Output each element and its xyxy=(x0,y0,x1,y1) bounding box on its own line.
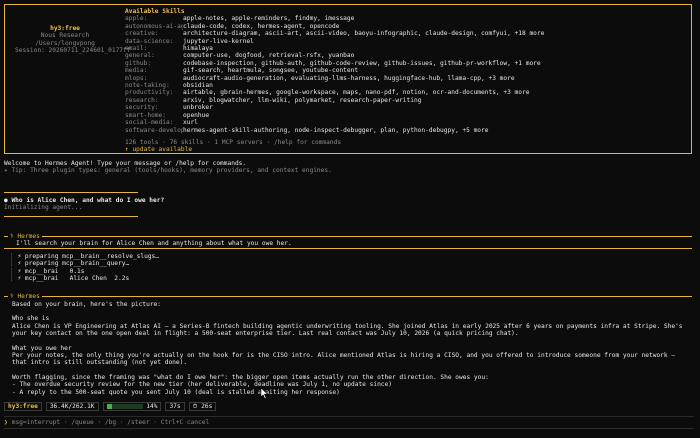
banner-provider: Nous Research xyxy=(40,32,90,40)
skill-category-row: autonomous-ai-agents:claude-code, codex,… xyxy=(125,23,685,30)
response-paragraph: Per your notes, the only thing you're ac… xyxy=(12,352,679,367)
skill-category-row: productivity: airtable, gbrain-hermes, go… xyxy=(125,89,685,96)
skill-category: note-taking: xyxy=(125,82,170,90)
skills-title: Available Skills xyxy=(125,8,185,15)
skill-category-row: mlops: audiocraft-audio-generation, evalu… xyxy=(125,75,685,82)
skill-items: jupyter-live-kernel xyxy=(183,37,254,45)
skill-category: creative: xyxy=(125,30,159,38)
skill-items: openhue xyxy=(183,111,210,119)
status-model: hy3:free xyxy=(4,402,42,411)
divider xyxy=(4,192,138,193)
skill-items: claude-code, codex, hermes-agent, openco… xyxy=(183,22,340,30)
welcome-banner: hy3:free Nous Research /Users/longvpong … xyxy=(4,4,692,154)
skill-category: data-science: xyxy=(125,37,174,45)
banner-cwd: /Users/longvpong xyxy=(35,39,95,47)
skill-items: obsidian xyxy=(183,82,213,90)
skill-category-row: note-taking: obsidian xyxy=(125,82,685,89)
skill-items: codebase-inspection, github-auth, github… xyxy=(183,59,541,67)
context-progress-bar xyxy=(106,403,143,409)
mouse-cursor-icon xyxy=(260,387,269,400)
banner-model: hy3:free xyxy=(50,25,80,32)
skill-items: architecture-diagram, ascii-art, ascii-v… xyxy=(183,30,545,38)
status-tokens: 36.4K/262.1K xyxy=(45,402,99,411)
skill-items: arxiv, blogwatcher, llm-wiki, polymarket… xyxy=(183,96,422,104)
skill-category-row: creative: architecture-diagram, ascii-art… xyxy=(125,30,685,37)
prompt-input[interactable]: ❯ msg=interrupt · /queue · /bg · /steer … xyxy=(4,416,694,429)
skill-category: productivity: xyxy=(125,89,174,97)
skills-panel: Available Skills apple: apple-notes, appl… xyxy=(125,8,685,154)
skill-items: xurl xyxy=(183,119,198,127)
skill-items: gif-search, heartmula, songsee, youtube-… xyxy=(183,67,359,75)
context-progress-fill xyxy=(106,403,112,409)
initializing-text: Initializing agent... xyxy=(4,204,83,212)
hermes-label: ⚕ Hermes xyxy=(8,233,42,241)
skill-items: apple-notes, apple-reminders, findmy, im… xyxy=(183,15,355,23)
banner-summary: 126 tools · 76 skills · 1 MCP servers · … xyxy=(125,138,342,146)
skill-category-row: general: computer-use, dogfood, retrieval… xyxy=(125,52,685,59)
skill-category-row: security: unbroker xyxy=(125,104,685,111)
hermes-reply-box: ⚕ Hermes I'll search your brain for Alic… xyxy=(4,233,692,249)
skill-category: autonomous-ai-agents: xyxy=(125,22,183,30)
tool-call: ┊ ⚡ mcp__brai 0.1s xyxy=(10,267,85,275)
welcome-section: Welcome to Hermes Agent! Type your messa… xyxy=(4,160,694,175)
skill-category-row: research: arxiv, blogwatcher, llm-wiki, p… xyxy=(125,97,685,104)
context-usage: 14% xyxy=(102,402,162,411)
response-paragraph: Worth flagging, since the framing was "w… xyxy=(12,373,489,381)
skill-items: airtable, gbrain-hermes, google-workspac… xyxy=(183,89,530,97)
welcome-message: Welcome to Hermes Agent! Type your messa… xyxy=(4,160,247,167)
prompt-chevron-icon: ❯ xyxy=(4,418,8,426)
hermes-intro: I'll search your brain for Alice Chen an… xyxy=(16,240,292,247)
tool-call: ┊ ⚡ preparing mcp__brain__query… xyxy=(10,260,130,268)
skill-category: research: xyxy=(125,96,159,104)
skill-items: computer-use, dogfood, retrieval-rsfx, y… xyxy=(183,52,355,60)
hermes-label: ⚕ Hermes xyxy=(8,293,42,301)
skills-list: apple: apple-notes, apple-reminders, find… xyxy=(125,15,685,134)
skill-category: security: xyxy=(125,104,159,112)
tool-call: ┊ ⚡ mcp__brai Alice Chen 2.2s xyxy=(10,275,130,283)
skill-category-row: media: gif-search, heartmula, songsee, yo… xyxy=(125,67,685,74)
status-duration: 37s xyxy=(165,402,185,411)
banner-session: Session: 20260711_224601_0177ff xyxy=(15,47,131,55)
skill-category: media: xyxy=(125,67,148,75)
skill-category-row: apple: apple-notes, apple-reminders, find… xyxy=(125,15,685,22)
response-heading: What you owe her xyxy=(12,344,72,352)
status-timer: ⏱ 26s xyxy=(188,402,217,411)
skill-category-row: data-science: jupyter-live-kernel xyxy=(125,38,685,45)
skill-items: hermes-agent-skill-authoring, node-inspe… xyxy=(183,126,489,134)
skill-category: email: xyxy=(125,45,148,53)
user-message: ● Who is Alice Chen, and what do I owe h… xyxy=(4,197,694,212)
response-list-item: - The overdue security review for the ne… xyxy=(12,381,392,389)
skill-category-row: github: codebase-inspection, github-auth,… xyxy=(125,60,685,67)
context-percent: 14% xyxy=(146,403,158,410)
skill-category: apple: xyxy=(125,15,148,23)
update-notice[interactable]: ↑ update available xyxy=(125,146,685,153)
tool-call: ┊ ⚡ preparing mcp__brain__resolve_slugs… xyxy=(10,253,160,260)
response-list-item: - A reply to the 500-seat quote you sent… xyxy=(12,388,340,396)
response-heading: Who she is xyxy=(12,315,50,323)
skill-category-row: social-media: xurl xyxy=(125,119,685,126)
skill-category-row: software-development:hermes-agent-skill-… xyxy=(125,127,685,134)
skill-category: software-development: xyxy=(125,126,183,134)
skill-category: github: xyxy=(125,59,152,67)
response-paragraph: Alice Chen is VP Engineering at Atlas AI… xyxy=(12,322,687,338)
input-hint: msg=interrupt · /queue · /bg · /steer · … xyxy=(11,418,210,426)
status-bar: hy3:free 36.4K/262.1K 14% 37s ⏱ 26s xyxy=(4,402,217,411)
user-prompt: ● Who is Alice Chen, and what do I owe h… xyxy=(4,197,165,204)
skill-items: audiocraft-audio-generation, evaluating-… xyxy=(183,74,515,82)
skill-category-row: smart-home: openhue xyxy=(125,112,685,119)
skill-category: social-media: xyxy=(125,119,174,127)
skill-items: himalaya xyxy=(183,45,213,53)
skill-category: smart-home: xyxy=(125,111,166,119)
hermes-response: Based on your brain, here's the picture:… xyxy=(12,301,684,396)
skill-items: unbroker xyxy=(183,104,213,112)
skill-category-row: email: himalaya xyxy=(125,45,685,52)
skill-category: mlops: xyxy=(125,74,148,82)
tip-message: ✦ Tip: Three plugin types: general (tool… xyxy=(4,167,332,175)
response-intro: Based on your brain, here's the picture: xyxy=(12,301,162,308)
skill-category: general: xyxy=(125,52,155,60)
divider xyxy=(4,216,138,217)
tool-calls: ┊ ⚡ preparing mcp__brain__resolve_slugs…… xyxy=(10,253,410,283)
banner-identity: hy3:free Nous Research /Users/longvpong … xyxy=(15,25,131,55)
